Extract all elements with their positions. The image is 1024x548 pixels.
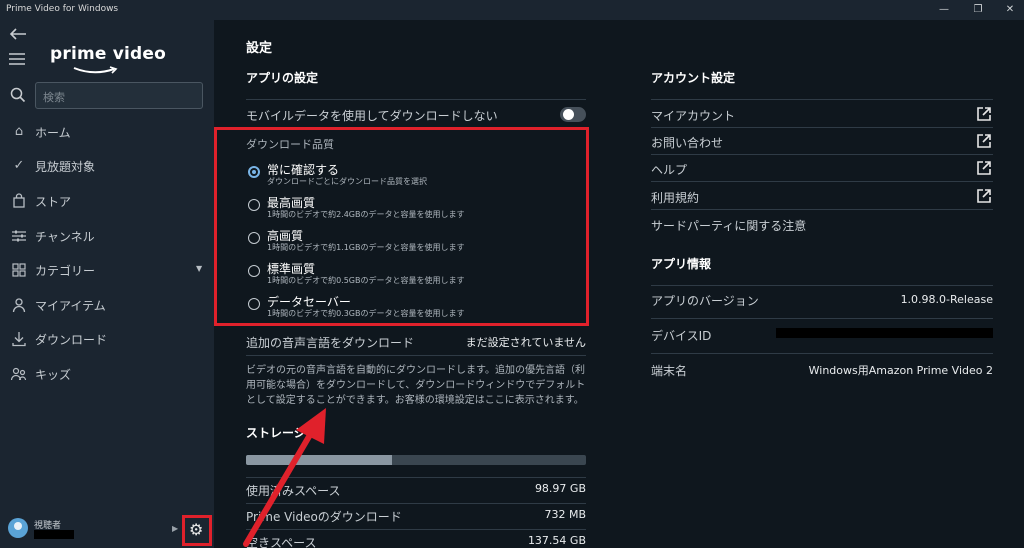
account-link-contact[interactable]: お問い合わせ [651,134,723,151]
sidebar-item-label: キッズ [35,368,72,382]
app-settings-heading: アプリの設定 [246,71,319,85]
chevron-right-icon: ▶ [172,524,179,533]
person-icon [12,298,26,313]
storage-used-value: 98.97 GB [534,482,586,495]
account-link-terms[interactable]: 利用規約 [651,189,699,206]
logo-smile-icon [73,66,118,74]
menu-icon[interactable] [8,52,26,66]
check-icon: ✓ [13,158,25,173]
external-link-icon[interactable] [976,106,992,122]
redacted-user-info [34,530,74,539]
device-name-label: 端末名 [651,364,688,378]
mobile-data-label: モバイルデータを使用してダウンロードしない [246,109,498,123]
divider [246,355,586,356]
download-icon [12,332,26,347]
divider [651,154,993,155]
sidebar-item-categories[interactable]: カテゴリー ▼ [0,259,214,281]
external-link-icon[interactable] [976,160,992,176]
divider [651,285,993,286]
sidebar-item-included[interactable]: ✓ 見放題対象 [0,155,214,177]
device-name-value: Windows用Amazon Prime Video 2 [808,364,993,377]
avatar [8,518,28,538]
divider [651,318,993,319]
kids-icon [10,367,27,381]
app-info-heading: アプリ情報 [651,257,712,271]
audio-language-value[interactable]: まだ設定されていません [430,334,586,350]
divider [651,181,993,182]
sliders-icon [12,230,26,242]
restore-icon[interactable]: ❐ [970,2,986,18]
divider [246,99,586,100]
gear-icon[interactable]: ⚙ [189,520,203,539]
sidebar-item-label: ホーム [35,126,71,140]
search-placeholder: 検索 [43,91,65,104]
sidebar-item-label: チャンネル [35,230,95,244]
home-icon: ⌂ [14,124,24,139]
sidebar-item-my-items[interactable]: マイアイテム [0,294,214,316]
app-version-label: アプリのバージョン [651,294,759,308]
app-version-value: 1.0.98.0-Release [900,293,993,306]
sidebar-item-home[interactable]: ⌂ ホーム [0,121,214,143]
sidebar: prime video 検索 ⌂ ホーム ✓ 見放題対象 ストア チャンネル カ… [0,20,214,548]
search-input[interactable]: 検索 [35,82,203,109]
sidebar-item-store[interactable]: ストア [0,190,214,212]
redacted-device-id [776,328,993,338]
title-bar: Prime Video for Windows — ❐ ✕ [0,0,1024,20]
divider [651,127,993,128]
audio-language-label: 追加の音声言語をダウンロード [246,336,415,350]
download-quality-highlight [214,127,589,326]
window-title: Prime Video for Windows [6,4,119,14]
divider [651,99,993,100]
sidebar-item-label: マイアイテム [35,299,106,313]
prime-video-logo[interactable]: prime video [50,44,166,64]
back-arrow-icon[interactable] [9,27,27,41]
bag-icon [13,193,25,208]
minimize-icon[interactable]: — [936,2,952,18]
account-settings-heading: アカウント設定 [651,71,736,85]
sidebar-item-channels[interactable]: チャンネル [0,225,214,247]
external-link-icon[interactable] [976,188,992,204]
prime-downloads-value: 732 MB [544,508,586,521]
search-icon[interactable] [10,87,26,103]
device-id-label: デバイスID [651,329,712,343]
account-link-help[interactable]: ヘルプ [651,161,687,178]
chevron-down-icon[interactable]: ▼ [196,264,202,273]
sidebar-item-label: 見放題対象 [35,160,96,174]
sidebar-item-label: カテゴリー [35,264,96,278]
sidebar-item-downloads[interactable]: ダウンロード [0,328,214,350]
divider [651,209,993,210]
sidebar-item-label: ダウンロード [35,333,108,347]
divider [651,353,993,354]
external-link-icon[interactable] [976,133,992,149]
page-title: 設定 [246,41,273,56]
sidebar-item-kids[interactable]: キッズ [0,363,214,385]
settings-button-highlight[interactable]: ⚙ [182,515,212,546]
grid-icon [12,263,26,277]
mobile-data-toggle[interactable] [560,107,586,122]
account-link-third-party[interactable]: サードパーティに関する注意 [651,217,806,234]
red-arrow-annotation [243,408,326,547]
account-link-my-account[interactable]: マイアカウント [651,107,735,124]
close-icon[interactable]: ✕ [1002,2,1018,18]
free-space-value: 137.54 GB [527,534,586,547]
sidebar-item-label: ストア [35,195,72,209]
